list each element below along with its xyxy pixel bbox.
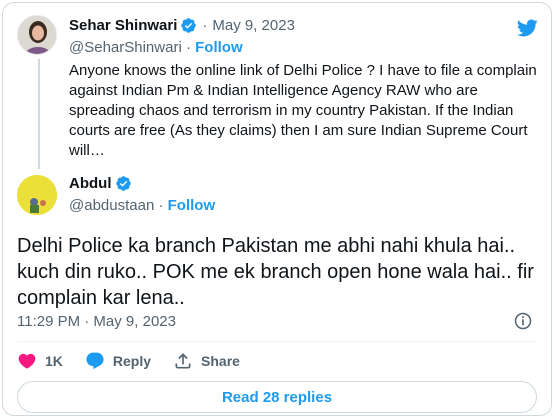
parent-tweet-text[interactable]: Anyone knows the online link of Delhi Po…	[69, 61, 539, 161]
tweet-actions: 1K Reply Share	[17, 351, 262, 371]
abdul-avatar[interactable]	[17, 175, 57, 215]
like-button[interactable]: 1K	[17, 351, 63, 371]
thread-connector-line	[38, 59, 40, 169]
read-replies-button[interactable]: Read 28 replies	[17, 381, 537, 413]
separator-dot: ·	[185, 39, 196, 56]
author-name[interactable]: Abdul	[69, 175, 112, 192]
speech-bubble-icon	[86, 352, 104, 370]
embedded-tweet-card: Sehar Shinwari · May 9, 2023 @SeharShinw…	[2, 2, 552, 416]
verified-badge-icon	[181, 18, 197, 33]
info-icon[interactable]	[513, 311, 533, 331]
share-button[interactable]: Share	[173, 351, 240, 371]
verified-badge-icon	[115, 176, 131, 191]
parent-tweet-header: Sehar Shinwari · May 9, 2023	[69, 17, 295, 34]
twitter-bird-icon[interactable]	[515, 17, 539, 39]
sehar-avatar[interactable]	[17, 15, 57, 55]
divider	[17, 341, 537, 342]
separator-dot: ·	[158, 197, 168, 214]
share-label: Share	[201, 353, 240, 369]
follow-button[interactable]: Follow	[195, 39, 243, 56]
separator-dot: ·	[202, 17, 208, 34]
reply-tweet-text[interactable]: Delhi Police ka branch Pakistan me abhi …	[17, 233, 537, 311]
like-count: 1K	[45, 353, 63, 369]
tweet-date[interactable]: May 9, 2023	[212, 17, 295, 34]
share-upload-icon	[175, 353, 191, 369]
author-handle[interactable]: @abdustaan	[69, 197, 154, 214]
tweet-timestamp[interactable]: 11:29 PM · May 9, 2023	[17, 313, 176, 330]
reply-handle-row: @abdustaan · Follow	[69, 197, 215, 214]
reply-tweet-header: Abdul	[69, 175, 132, 192]
reply-button[interactable]: Reply	[85, 351, 151, 371]
follow-button[interactable]: Follow	[168, 197, 216, 214]
parent-handle-row: @SeharShinwari · Follow	[69, 39, 243, 56]
author-handle[interactable]: @SeharShinwari	[69, 39, 182, 56]
heart-icon	[18, 353, 36, 369]
reply-label: Reply	[112, 353, 152, 369]
author-name[interactable]: Sehar Shinwari	[69, 17, 177, 34]
